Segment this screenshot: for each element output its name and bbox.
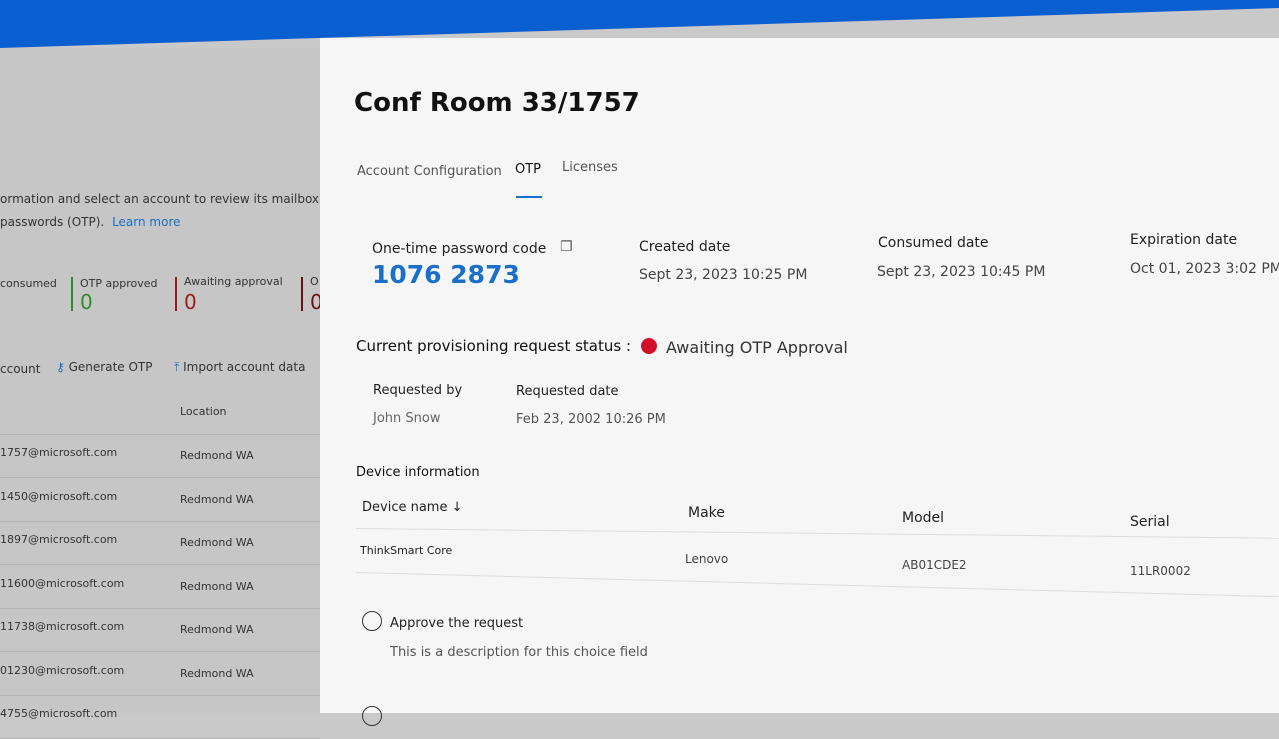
stat-awaiting-value: 0 [184, 290, 197, 314]
column-header-model[interactable]: Model [902, 510, 944, 526]
column-header-serial[interactable]: Serial [1130, 514, 1170, 530]
divider [0, 434, 320, 435]
key-icon: ⚷ [56, 360, 65, 374]
device-serial-cell: 11LR0002 [1130, 564, 1191, 578]
location-cell: Redmond WA [180, 536, 254, 549]
account-details-panel: Conf Room 33/1757 Account Configuration … [320, 38, 1279, 726]
tab-licenses[interactable]: Licenses [562, 160, 618, 175]
generate-otp-label: Generate OTP [68, 360, 153, 374]
description-line2: passwords (OTP). [0, 215, 105, 229]
learn-more-link[interactable]: Learn more [112, 215, 180, 229]
divider [0, 651, 320, 652]
reject-request-radio[interactable] [362, 706, 382, 726]
stat-awaiting-bar [175, 277, 177, 311]
stat-approved-value: 0 [80, 290, 93, 314]
column-header-location: Location [180, 405, 227, 418]
expiration-date-label: Expiration date [1130, 232, 1238, 248]
import-label: Import account data [183, 360, 306, 374]
device-make-cell: Lenovo [685, 552, 729, 566]
stat-consumed-label: consumed [0, 277, 57, 290]
location-cell: Redmond WA [180, 492, 254, 506]
stat-approved-label: OTP approved [80, 277, 158, 290]
created-date-value: Sept 23, 2023 10:25 PM [639, 267, 808, 283]
email-cell: 1897@microsoft.com [0, 533, 118, 546]
otp-code-value: 1076 2873 [372, 260, 520, 289]
divider [0, 607, 320, 609]
generate-otp-button[interactable]: ⚷ Generate OTP [56, 360, 153, 374]
import-account-data-button[interactable]: ⤒ Import account data [174, 360, 305, 375]
page-title: Conf Room 33/1757 [354, 88, 640, 118]
location-cell: Redmond WA [180, 666, 254, 680]
stat-other-label: O [310, 275, 319, 288]
column-header-make[interactable]: Make [688, 505, 725, 521]
column-header-device-name[interactable]: Device name ↓ [362, 500, 462, 515]
device-name-cell: ThinkSmart Core [360, 544, 453, 557]
device-model-cell: AB01CDE2 [902, 558, 967, 572]
accounts-page-background: ormation and select an account to review… [0, 48, 346, 739]
stat-awaiting-label: Awaiting approval [184, 275, 283, 288]
created-date-label: Created date [639, 239, 731, 255]
approve-request-label[interactable]: Approve the request [390, 616, 523, 631]
email-cell: 11738@microsoft.com [0, 620, 125, 633]
approve-request-radio[interactable] [362, 611, 382, 631]
divider [0, 520, 320, 522]
approve-request-description: This is a description for this choice fi… [390, 645, 648, 660]
active-tab-indicator [516, 196, 542, 198]
consumed-date-value: Sept 23, 2023 10:45 PM [877, 264, 1046, 280]
otp-code-label: One-time password code [372, 241, 547, 257]
divider [0, 564, 320, 565]
requested-by-label: Requested by [373, 383, 463, 398]
divider [0, 477, 320, 478]
add-account-button[interactable]: ccount [0, 362, 40, 376]
requested-date-value: Feb 23, 2002 10:26 PM [516, 412, 666, 427]
status-indicator-icon [641, 338, 657, 354]
stat-other-bar [301, 277, 303, 311]
location-cell: Redmond WA [180, 449, 254, 462]
requested-by-value: John Snow [373, 411, 441, 426]
tab-account-configuration[interactable]: Account Configuration [357, 164, 502, 179]
location-cell: Redmond WA [180, 623, 254, 636]
provisioning-status-label: Current provisioning request status : [356, 337, 632, 355]
location-cell: Redmond WA [180, 579, 254, 593]
consumed-date-label: Consumed date [878, 235, 989, 251]
device-information-heading: Device information [356, 465, 480, 480]
copy-icon[interactable]: ❐ [560, 239, 573, 255]
description-line1: ormation and select an account to review… [0, 192, 346, 206]
stat-approved-bar [71, 277, 73, 311]
tab-otp[interactable]: OTP [515, 162, 541, 177]
email-cell: 11600@microsoft.com [0, 576, 125, 590]
expiration-date-value: Oct 01, 2023 3:02 PM [1130, 261, 1279, 277]
email-cell: 4755@microsoft.com [0, 707, 118, 720]
requested-date-label: Requested date [516, 384, 619, 399]
email-cell: 1757@microsoft.com [0, 446, 118, 459]
provisioning-status-value: Awaiting OTP Approval [666, 338, 848, 357]
divider [0, 694, 320, 696]
email-cell: 01230@microsoft.com [0, 663, 125, 677]
email-cell: 1450@microsoft.com [0, 489, 118, 503]
upload-icon: ⤒ [174, 360, 180, 374]
